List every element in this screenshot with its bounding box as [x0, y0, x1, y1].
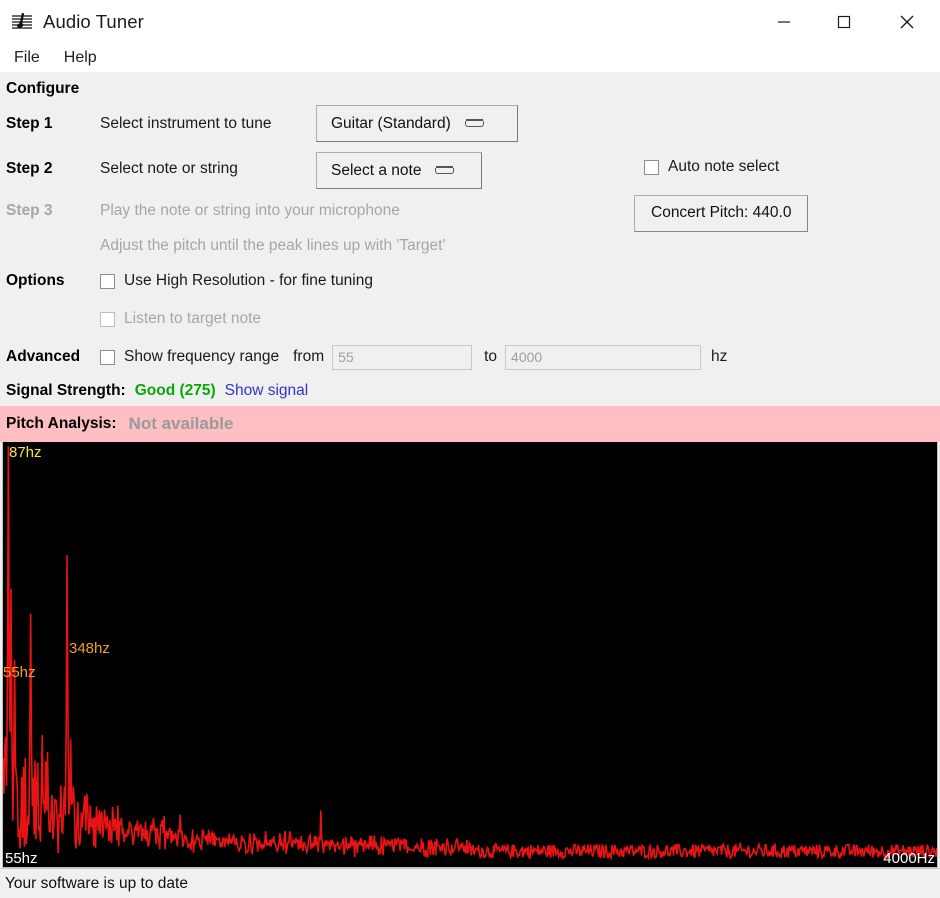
options-label: Options: [6, 272, 65, 289]
show-frequency-range-checkbox[interactable]: Show frequency range: [100, 348, 279, 366]
step1-label: Step 1: [6, 115, 53, 132]
instrument-dropdown-value: Guitar (Standard): [331, 114, 451, 132]
menu-item-file[interactable]: File: [10, 47, 51, 70]
listen-target-checkbox[interactable]: Listen to target note: [100, 310, 261, 328]
pitch-analysis-value: Not available: [128, 414, 234, 433]
chevron-down-icon: [435, 166, 455, 175]
signal-strength-label: Signal Strength:: [6, 382, 126, 399]
music-staff-icon: [10, 10, 34, 34]
window-title: Audio Tuner: [43, 11, 144, 32]
step2-description: Select note or string: [100, 160, 238, 177]
audio-tuner-window: Audio Tuner File Help Configure Step 1 S…: [0, 0, 940, 898]
pitch-analysis-label: Pitch Analysis:: [6, 415, 117, 432]
spectrum-graph[interactable]: 87hz 348hz 55hz 55hz 4000Hz: [2, 442, 938, 868]
step3-row-secondary: Adjust the pitch until the peak lines up…: [0, 230, 940, 262]
instrument-dropdown[interactable]: Guitar (Standard): [316, 105, 518, 142]
frequency-unit-label: hz: [711, 348, 728, 365]
menu-item-help[interactable]: Help: [60, 47, 108, 70]
step3-label: Step 3: [6, 202, 53, 219]
step2-label: Step 2: [6, 160, 53, 177]
status-bar: Your software is up to date: [0, 868, 940, 898]
spectrum-trace: [3, 442, 937, 867]
step3-description-2: Adjust the pitch until the peak lines up…: [100, 237, 446, 254]
concert-pitch-button[interactable]: Concert Pitch: 440.0: [634, 195, 809, 232]
frequency-from-input[interactable]: 55: [332, 344, 473, 370]
step1-row: Step 1 Select instrument to tune Guitar …: [0, 102, 940, 146]
show-frequency-range-label: Show frequency range: [124, 348, 280, 365]
high-resolution-checkbox[interactable]: Use High Resolution - for fine tuning: [100, 272, 373, 290]
checkbox-box: [100, 349, 115, 365]
window-controls: [754, 0, 940, 44]
signal-strength-value: Good (275): [134, 382, 216, 399]
auto-note-select-label: Auto note select: [668, 158, 780, 175]
frequency-from-value: 55: [338, 349, 354, 365]
auto-note-select-checkbox[interactable]: Auto note select: [644, 158, 779, 176]
frequency-to-value: 4000: [511, 349, 543, 365]
maximize-button[interactable]: [814, 0, 874, 44]
minimize-button[interactable]: [754, 0, 814, 44]
options-row: Options Use High Resolution - for fine t…: [0, 262, 940, 300]
from-label: from: [293, 348, 325, 365]
title-bar: Audio Tuner: [0, 0, 940, 44]
advanced-label: Advanced: [6, 348, 81, 365]
show-signal-link[interactable]: Show signal: [225, 382, 309, 400]
note-dropdown-value: Select a note: [331, 161, 422, 179]
frequency-to-input[interactable]: 4000: [505, 344, 702, 370]
status-bar-text: Your software is up to date: [5, 874, 188, 892]
to-label: to: [484, 348, 498, 365]
pitch-analysis-row: Pitch Analysis: Not available: [0, 406, 940, 442]
high-resolution-label: Use High Resolution - for fine tuning: [124, 272, 373, 289]
note-dropdown[interactable]: Select a note: [316, 152, 482, 189]
menu-bar: File Help: [0, 44, 940, 72]
chevron-down-icon: [464, 119, 484, 128]
step3-description: Play the note or string into your microp…: [100, 202, 400, 219]
listen-target-label: Listen to target note: [124, 310, 262, 327]
advanced-row: Advanced Show frequency range from 55 to…: [0, 338, 940, 376]
step1-description: Select instrument to tune: [100, 115, 272, 132]
listen-target-row: Listen to target note: [0, 300, 940, 338]
checkbox-box: [100, 273, 115, 289]
signal-strength-row: Signal Strength: Good (275) Show signal: [0, 376, 940, 406]
step2-row: Step 2 Select note or string Select a no…: [0, 146, 940, 192]
checkbox-box: [644, 159, 659, 175]
configure-heading: Configure: [6, 80, 80, 97]
step3-row: Step 3 Play the note or string into your…: [0, 192, 940, 232]
configure-panel: Configure Step 1 Select instrument to tu…: [0, 72, 940, 376]
close-button[interactable]: [874, 0, 940, 44]
checkbox-box: [100, 311, 115, 327]
